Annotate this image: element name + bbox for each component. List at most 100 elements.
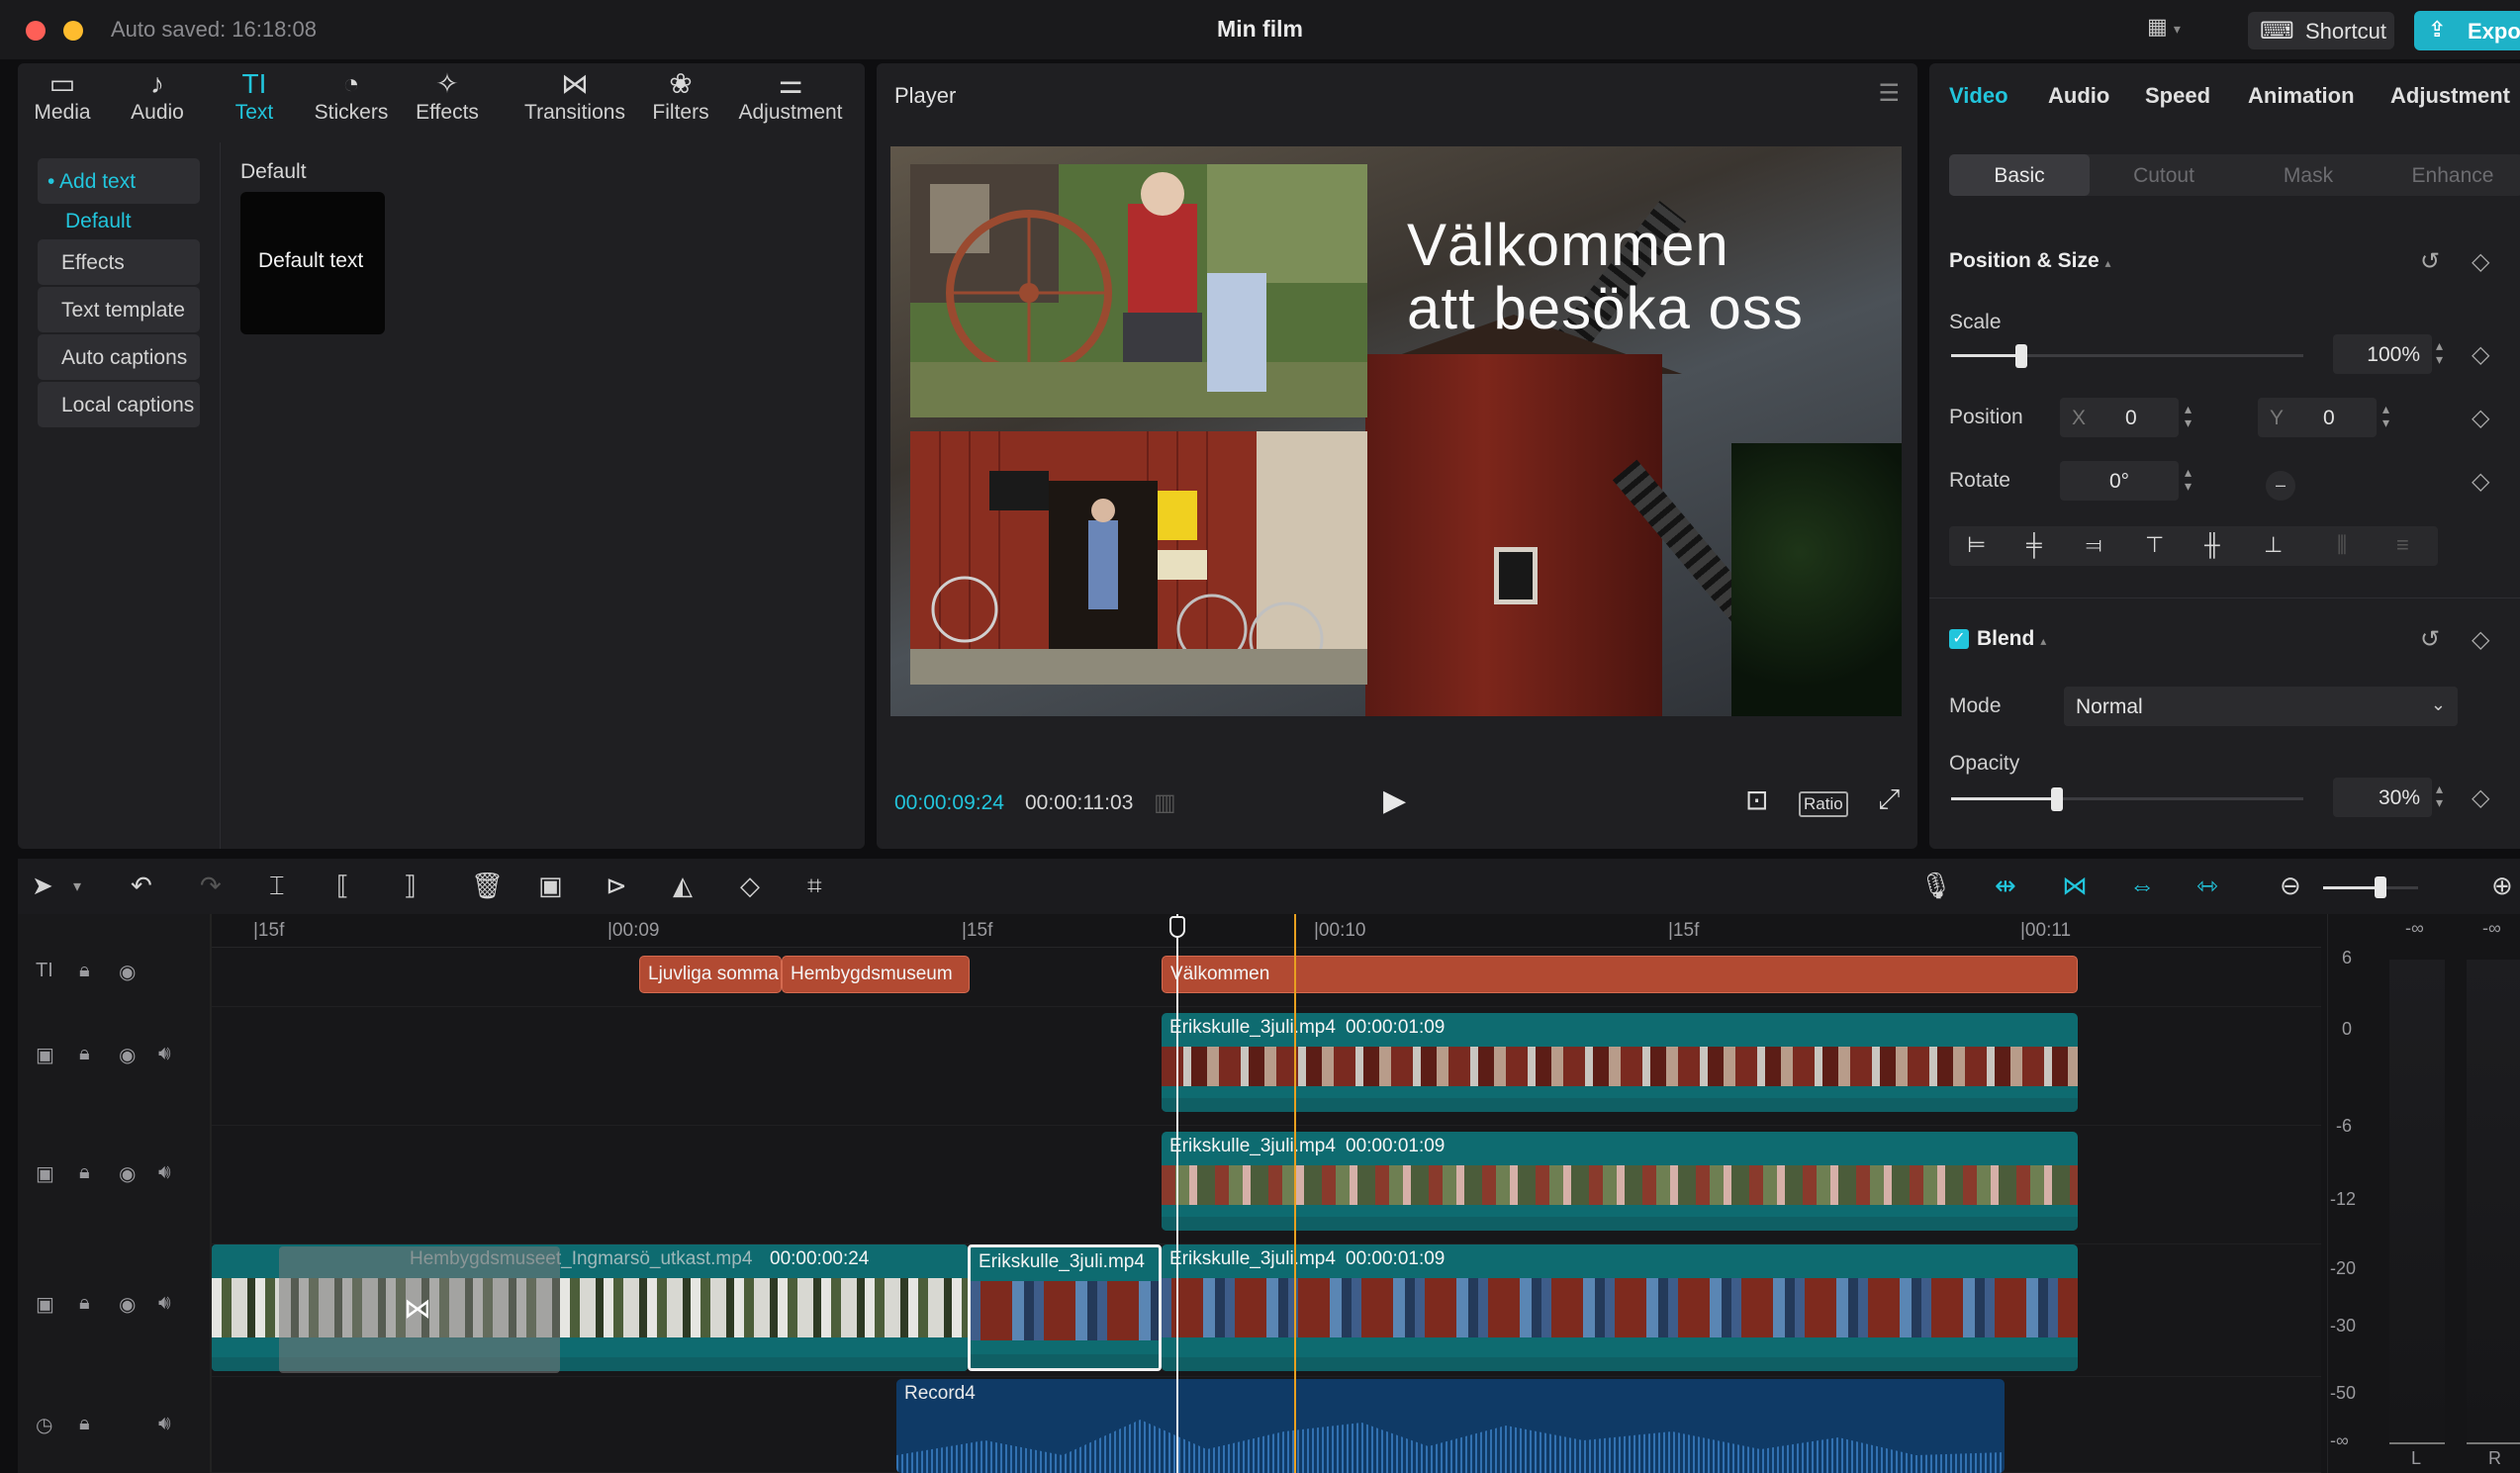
position-y-stepper[interactable]: ▴ ▾	[2382, 402, 2389, 429]
subtab-basic[interactable]: Basic	[1949, 154, 2090, 196]
speaker-icon[interactable]: 🔊︎	[158, 1161, 171, 1184]
tab-video[interactable]: Video	[1949, 83, 2008, 109]
sidebar-item-text-template[interactable]: Text template	[38, 287, 200, 332]
align-right-icon[interactable]: ⫤	[2086, 532, 2102, 558]
zoom-out-icon[interactable]: ⊖	[2280, 871, 2301, 901]
scale-stepper[interactable]: ▴ ▾	[2436, 338, 2443, 366]
align-center-horizontal-icon[interactable]: ╪	[2026, 532, 2042, 558]
lock-icon[interactable]: 🔒︎	[79, 960, 90, 982]
minimize-window-button[interactable]	[63, 21, 83, 41]
align-center-vertical-icon[interactable]: ╫	[2204, 532, 2220, 558]
auto-snap-icon[interactable]: ⇹	[1995, 871, 2016, 901]
eye-icon[interactable]: ◉	[119, 1043, 136, 1067]
toolbar-stickers[interactable]: ◔ Stickers	[307, 67, 396, 137]
keyframe-icon[interactable]: ◇	[2472, 625, 2489, 654]
rotate-dial[interactable]: –	[2266, 471, 2295, 501]
zoom-in-icon[interactable]: ⊕	[2491, 871, 2513, 901]
scale-input[interactable]: 100%	[2333, 334, 2432, 374]
speaker-icon[interactable]: 🔊︎	[158, 1413, 171, 1435]
keyframe-icon[interactable]: ◇	[2472, 247, 2489, 276]
split-icon[interactable]: ⌶	[269, 871, 285, 902]
transition-block[interactable]: ⋈	[279, 1246, 560, 1373]
subtab-mask[interactable]: Mask	[2238, 154, 2379, 196]
screenshot-icon[interactable]: ⊡	[1745, 783, 1768, 816]
title-overlay-text[interactable]: Välkommen att besöka oss	[1407, 214, 1804, 340]
chevron-down-icon[interactable]: ▾	[73, 876, 81, 896]
playhead-handle[interactable]	[1169, 916, 1185, 938]
subtab-enhance[interactable]: Enhance	[2382, 154, 2520, 196]
lock-icon[interactable]: 🔒︎	[79, 1161, 90, 1184]
video-clip[interactable]: Erikskulle_3juli.mp4 00:00:01:09	[1162, 1244, 2078, 1371]
shortcut-button[interactable]: ⌨ Shortcut	[2248, 12, 2394, 49]
toolbar-text[interactable]: TI Text	[216, 67, 293, 137]
tab-speed[interactable]: Speed	[2145, 83, 2210, 109]
distribute-horizontal-icon[interactable]: ⫼	[2337, 532, 2347, 558]
toolbar-filters[interactable]: ❀ Filters	[635, 67, 726, 137]
eye-icon[interactable]: ◉	[119, 960, 136, 984]
tab-audio[interactable]: Audio	[2048, 83, 2109, 109]
scale-slider-handle[interactable]	[2015, 344, 2027, 368]
position-y-input[interactable]: Y 0	[2258, 398, 2377, 437]
keyframe-icon[interactable]: ◇	[2472, 340, 2489, 369]
timecode-grid-icon[interactable]: ▥	[1154, 788, 1176, 817]
eye-icon[interactable]: ◉	[119, 1161, 136, 1186]
opacity-slider-handle[interactable]	[2051, 787, 2063, 811]
video-clip[interactable]: Erikskulle_3juli.mp4 00:00:01:09	[1162, 1013, 2078, 1112]
sidebar-item-auto-captions[interactable]: Auto captions	[38, 334, 200, 380]
toolbar-effects[interactable]: ✧ Effects	[408, 67, 487, 137]
mirror-icon[interactable]: ◭	[673, 871, 693, 901]
audio-clip[interactable]: Record4	[896, 1379, 2005, 1473]
preview-axis-icon[interactable]: ⇿	[2196, 871, 2218, 901]
lock-icon[interactable]: 🔒︎	[79, 1043, 90, 1065]
opacity-stepper[interactable]: ▴ ▾	[2436, 782, 2443, 809]
close-window-button[interactable]	[26, 21, 46, 41]
opacity-input[interactable]: 30%	[2333, 778, 2432, 817]
time-ruler[interactable]: |15f |00:09 |15f |00:10 |15f |00:11	[212, 914, 2321, 948]
reset-icon[interactable]: ↺	[2420, 625, 2440, 654]
position-x-stepper[interactable]: ▴ ▾	[2185, 402, 2192, 429]
crop-icon[interactable]: ⌗	[807, 871, 822, 902]
eye-icon[interactable]: ◉	[119, 1292, 136, 1317]
rotate-icon[interactable]: ◇	[740, 871, 760, 901]
menu-icon[interactable]: ☰	[1878, 79, 1900, 108]
blend-checkbox[interactable]: ✓	[1949, 629, 1969, 649]
text-clip[interactable]: Ljuvliga somma	[639, 956, 782, 993]
distribute-vertical-icon[interactable]: ≡	[2396, 532, 2409, 558]
video-preview[interactable]: Välkommen att besöka oss	[890, 146, 1902, 716]
toolbar-adjustment[interactable]: ⚌ Adjustment	[718, 67, 863, 137]
trim-right-icon[interactable]: ⟧	[404, 871, 417, 901]
tab-animation[interactable]: Animation	[2248, 83, 2355, 109]
align-left-icon[interactable]: ⊨	[1967, 532, 1986, 558]
speaker-icon[interactable]: 🔊︎	[158, 1043, 171, 1065]
keyframe-icon[interactable]: ◇	[2472, 404, 2489, 432]
position-x-input[interactable]: X 0	[2060, 398, 2179, 437]
tab-adjustment[interactable]: Adjustment	[2390, 83, 2510, 109]
text-clip[interactable]: Hembygdsmuseum	[782, 956, 970, 993]
blend-mode-select[interactable]: Normal ⌄	[2064, 687, 2458, 726]
subtab-cutout[interactable]: Cutout	[2094, 154, 2234, 196]
speaker-icon[interactable]: 🔊︎	[158, 1292, 171, 1315]
video-clip[interactable]: Erikskulle_3juli.mp4 00:00:01:09	[1162, 1132, 2078, 1231]
toolbar-audio[interactable]: ♪ Audio	[119, 67, 196, 137]
delete-icon[interactable]: 🗑︎	[471, 871, 504, 901]
reverse-icon[interactable]: ⊳	[606, 871, 627, 901]
layout-menu-button[interactable]: ▦ ▾	[2147, 14, 2208, 46]
ratio-button[interactable]: Ratio	[1799, 791, 1848, 817]
redo-icon[interactable]: ↷	[200, 871, 222, 901]
selected-video-clip[interactable]: Erikskulle_3juli.mp4	[968, 1244, 1162, 1371]
play-icon[interactable]: ▶	[1383, 783, 1406, 818]
align-bottom-icon[interactable]: ⊥	[2264, 532, 2283, 558]
microphone-icon[interactable]: 🎙︎	[1919, 871, 1952, 901]
align-top-icon[interactable]: ⊤	[2145, 532, 2164, 558]
trim-left-icon[interactable]: ⟦	[336, 871, 349, 901]
text-clip[interactable]: Välkommen	[1162, 956, 2078, 993]
lock-icon[interactable]: 🔒︎	[79, 1413, 90, 1435]
select-tool-icon[interactable]: ➤	[32, 871, 53, 901]
sidebar-item-local-captions[interactable]: Local captions	[38, 382, 200, 427]
link-icon[interactable]: ⇔	[2129, 871, 2155, 901]
export-button[interactable]: ⇪ Export	[2414, 11, 2520, 50]
default-text-card[interactable]: Default text	[240, 192, 385, 334]
overlay-photo-red-barn[interactable]	[910, 431, 1367, 685]
reset-icon[interactable]: ↺	[2420, 247, 2440, 276]
position-size-heading[interactable]: Position & Size ▴	[1949, 249, 2111, 273]
